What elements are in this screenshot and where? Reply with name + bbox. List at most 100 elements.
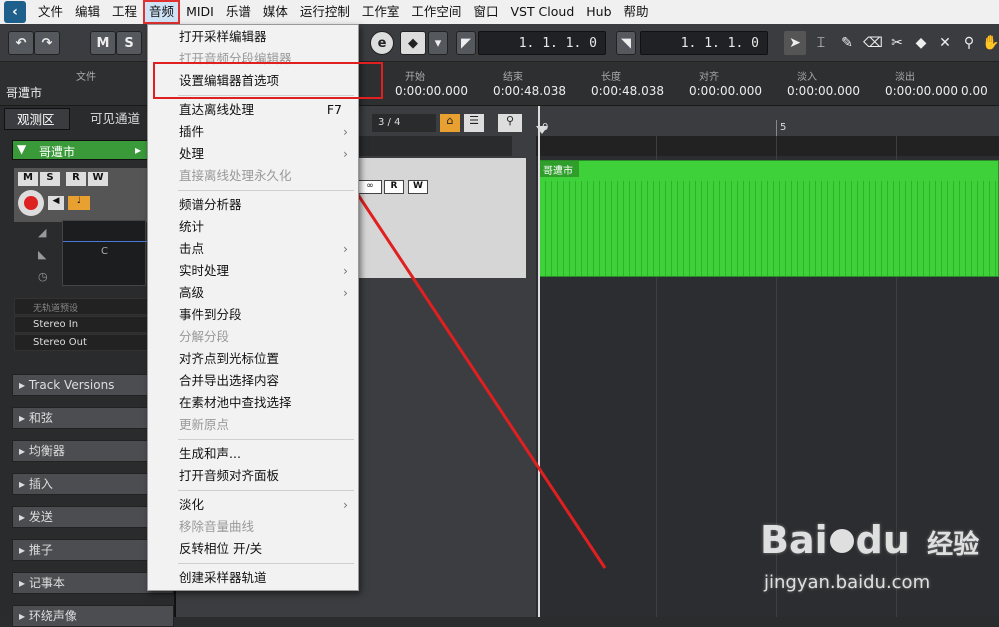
menu-4[interactable]: MIDI	[180, 0, 220, 24]
erase-tool-icon[interactable]: ⌫	[862, 31, 884, 55]
cubase-logo-icon[interactable]: ‹	[4, 1, 26, 23]
track-read-button[interactable]: R	[384, 180, 404, 194]
zoom-tool-icon[interactable]: ⚲	[958, 31, 980, 55]
ruler[interactable]: 0 5	[536, 106, 999, 136]
monitor-icon[interactable]: ◀	[48, 196, 64, 210]
menu-13[interactable]: 帮助	[618, 0, 655, 24]
menu-12[interactable]: Hub	[580, 0, 617, 24]
audio-menu-item[interactable]: 击点 ›	[148, 238, 358, 260]
audio-menu-item[interactable]: 对齐点到光标位置	[148, 348, 358, 370]
info-file-value[interactable]: 哥遭市	[6, 84, 42, 101]
hand-tool-icon[interactable]: ✋	[980, 31, 999, 55]
list-icon[interactable]: ☰	[464, 114, 484, 132]
audio-menu-item[interactable]: 统计	[148, 216, 358, 238]
menu-2[interactable]: 工程	[106, 0, 143, 24]
info-col-value[interactable]: 0:00:00.000	[395, 84, 468, 98]
glue-tool-icon[interactable]: ◆	[910, 31, 932, 55]
audio-menu-item[interactable]: 设置编辑器首选项	[148, 70, 358, 92]
playhead-icon[interactable]	[536, 126, 548, 134]
audio-menu-item[interactable]: 事件到分段	[148, 304, 358, 326]
info-col-value[interactable]: 0:00:00.000	[787, 84, 860, 98]
audio-menu-item[interactable]: 高级 ›	[148, 282, 358, 304]
menu-6[interactable]: 媒体	[257, 0, 294, 24]
right-locator-display[interactable]: 1. 1. 1. 0	[640, 31, 768, 55]
audio-menu-item[interactable]: 移除音量曲线	[148, 516, 358, 538]
mute-tool-icon[interactable]: ✕	[934, 31, 956, 55]
chevron-right-icon: ▸	[19, 576, 29, 590]
track-name[interactable]: 哥遭市	[39, 143, 75, 160]
track-write-button[interactable]: W	[408, 180, 428, 194]
draw-tool-icon[interactable]: ✎	[836, 31, 858, 55]
info-col-value[interactable]: 0:00:00.000	[885, 84, 958, 98]
home-icon[interactable]: ⌂	[440, 114, 460, 132]
tab-inspector[interactable]: 观测区	[4, 108, 70, 130]
pointer-tool-icon[interactable]: ➤	[784, 31, 806, 55]
audio-menu-item[interactable]: 实时处理 ›	[148, 260, 358, 282]
audio-menu-item[interactable]: 分解分段	[148, 326, 358, 348]
time-base-icon[interactable]: ♩	[68, 196, 90, 210]
right-locator-icon[interactable]: ◥	[616, 31, 636, 55]
split-tool-icon[interactable]: ✂	[886, 31, 908, 55]
submenu-arrow-icon: ›	[343, 497, 348, 512]
info-col-value[interactable]: 0:00:48.038	[591, 84, 664, 98]
submenu-arrow-icon: ›	[343, 263, 348, 278]
undo-icon[interactable]: ↶	[8, 31, 34, 55]
playhead-cursor[interactable]	[538, 106, 540, 617]
menu-5[interactable]: 乐谱	[220, 0, 257, 24]
solo-toggle[interactable]: S	[40, 172, 60, 186]
write-toggle[interactable]: W	[88, 172, 108, 186]
inspector-section[interactable]: ▸ 环绕声像	[12, 605, 174, 627]
audio-menu-item[interactable]: 创建采样器轨道	[148, 567, 358, 589]
audio-menu-item[interactable]: 直接离线处理永久化	[148, 165, 358, 187]
link-icon[interactable]: ∞	[358, 180, 382, 194]
audio-menu-item[interactable]: 更新原点	[148, 414, 358, 436]
audio-clip[interactable]: 哥遭市	[538, 160, 999, 277]
mute-button[interactable]: M	[90, 31, 116, 55]
audio-menu-item[interactable]: 生成和声...	[148, 443, 358, 465]
audio-menu-item[interactable]: 打开采样编辑器	[148, 26, 358, 48]
left-locator-icon[interactable]: ◤	[456, 31, 476, 55]
audio-menu-item[interactable]: 频谱分析器	[148, 194, 358, 216]
page-indicator[interactable]: 3 / 4	[372, 114, 436, 132]
audio-menu-item[interactable]: 插件 ›	[148, 121, 358, 143]
snap-icon[interactable]: ◆	[400, 31, 426, 55]
info-col-value[interactable]: 0.00	[961, 84, 988, 98]
chevron-right-icon: ▸	[19, 444, 29, 458]
search-icon[interactable]: ⚲	[498, 114, 522, 132]
left-locator-display[interactable]: 1. 1. 1. 0	[478, 31, 606, 55]
menu-7[interactable]: 运行控制	[294, 0, 356, 24]
range-tool-icon[interactable]: ⌶	[810, 31, 832, 55]
menu-separator	[178, 190, 354, 191]
audio-menu-item[interactable]: 合并导出选择内容	[148, 370, 358, 392]
solo-button[interactable]: S	[116, 31, 142, 55]
chevron-down-icon[interactable]: ▾	[428, 31, 448, 55]
redo-icon[interactable]: ↷	[34, 31, 60, 55]
menu-1[interactable]: 编辑	[69, 0, 106, 24]
tab-visibility[interactable]: 可见通道	[78, 108, 152, 130]
audio-menu-item[interactable]: 打开音频分段编辑器	[148, 48, 358, 70]
audio-menu-item[interactable]: 反转相位 开/关	[148, 538, 358, 560]
audio-menu-item[interactable]: 处理 ›	[148, 143, 358, 165]
mute-toggle[interactable]: M	[18, 172, 38, 186]
menu-3[interactable]: 音频	[143, 0, 181, 24]
read-toggle[interactable]: R	[66, 172, 86, 186]
audio-menu-item[interactable]: 打开音频对齐面板	[148, 465, 358, 487]
edit-button[interactable]: e	[370, 31, 394, 55]
menu-8[interactable]: 工作室	[356, 0, 406, 24]
arrange-window[interactable]: 0 5 哥遭市	[536, 106, 999, 617]
menu-10[interactable]: 窗口	[467, 0, 504, 24]
audio-menu-item[interactable]: 直达离线处理 F7	[148, 99, 358, 121]
menu-0[interactable]: 文件	[32, 0, 69, 24]
collapse-icon[interactable]: ▼	[17, 142, 26, 156]
info-col-value[interactable]: 0:00:48.038	[493, 84, 566, 98]
volume-pan-panel[interactable]: C	[62, 220, 147, 286]
menu-11[interactable]: VST Cloud	[504, 0, 580, 24]
audio-menu-item[interactable]: 在素材池中查找选择	[148, 392, 358, 414]
record-button[interactable]	[18, 190, 44, 216]
inspector-section-label: Track Versions	[28, 378, 115, 392]
info-col-value[interactable]: 0:00:00.000	[689, 84, 762, 98]
submenu-arrow-icon: ›	[343, 124, 348, 139]
menu-9[interactable]: 工作空间	[405, 0, 467, 24]
info-col-label: 淡出	[895, 72, 915, 83]
audio-menu-item[interactable]: 淡化 ›	[148, 494, 358, 516]
